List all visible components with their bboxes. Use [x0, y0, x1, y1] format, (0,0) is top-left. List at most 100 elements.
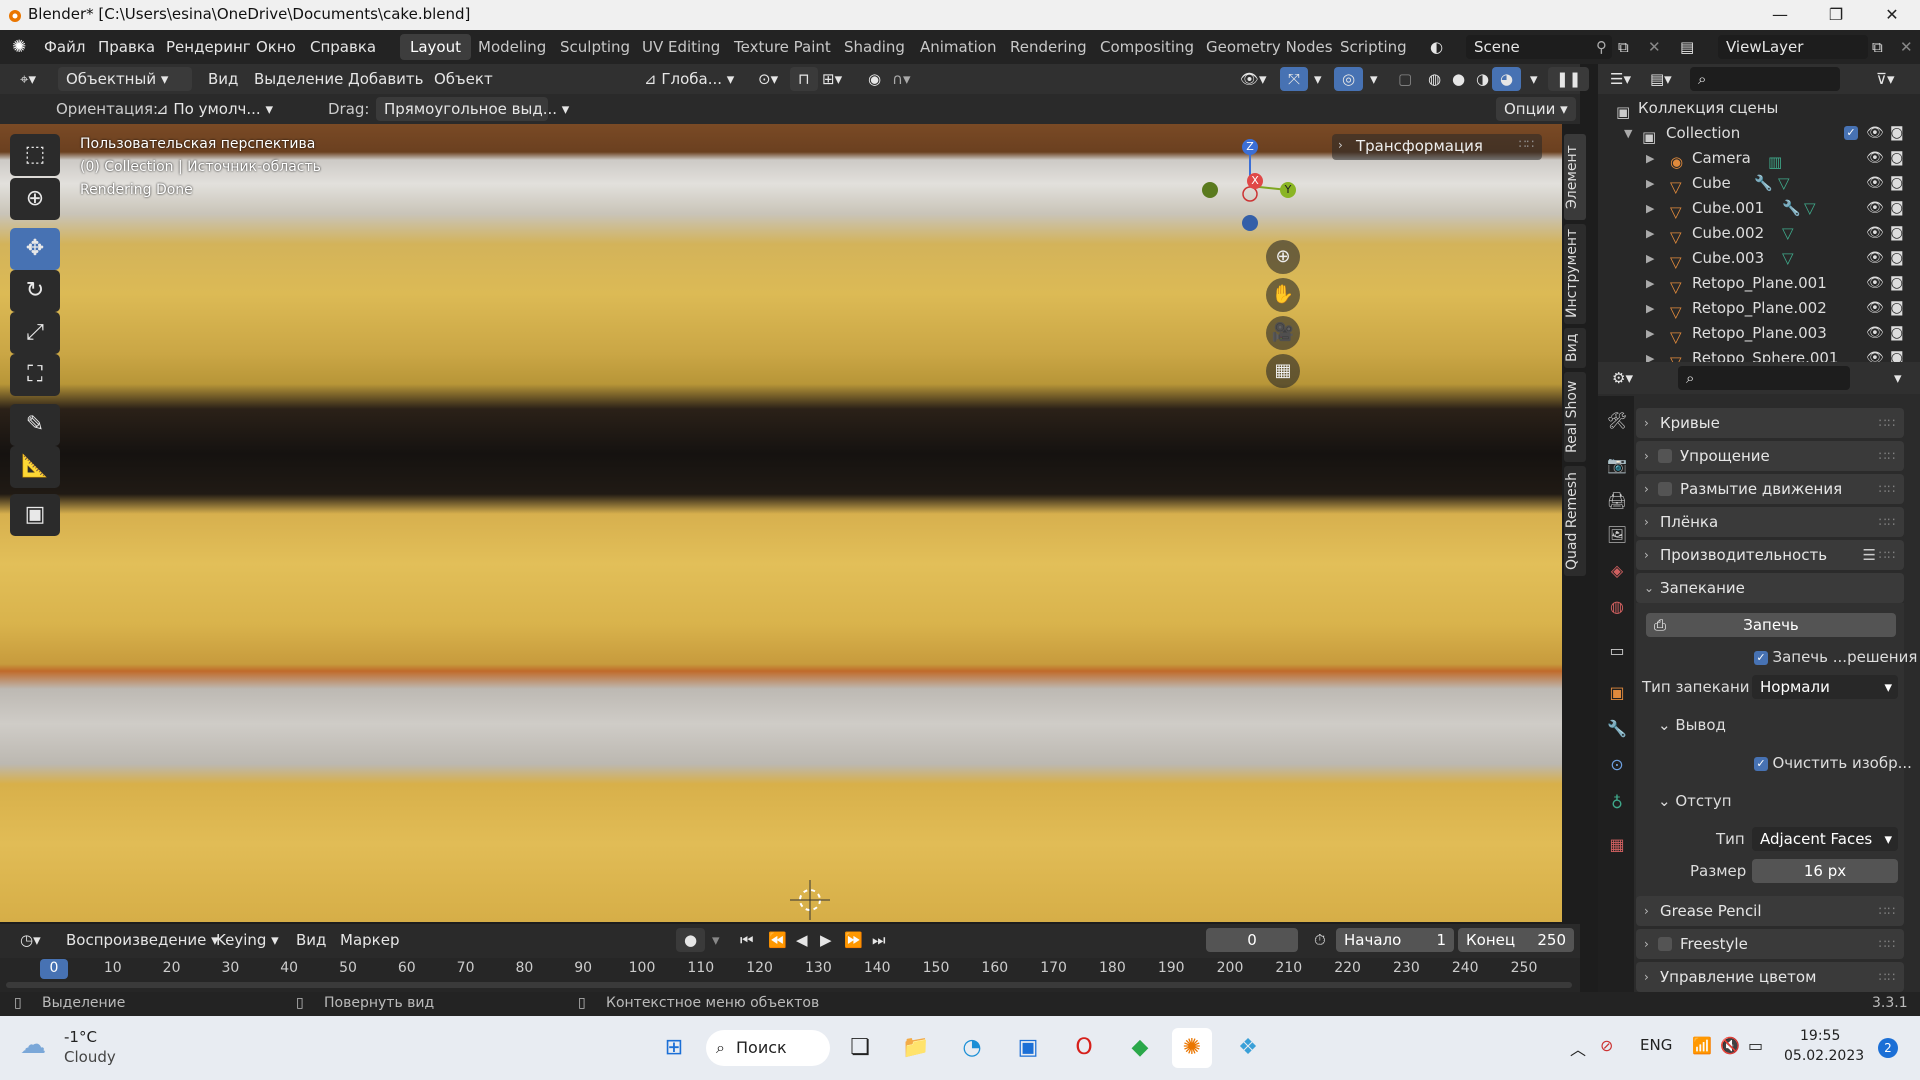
eye-icon[interactable]: 👁 [1866, 221, 1884, 246]
eye-icon[interactable]: 👁 [1866, 321, 1884, 346]
camera-render-icon[interactable]: ◙ [1890, 296, 1904, 321]
list-item[interactable]: ▶ ▽ Cube.001 🔧 ▽ 👁 ◙ [1598, 196, 1920, 221]
multires-checkbox[interactable]: ✓ [1754, 651, 1768, 665]
tab-sculpting[interactable]: Sculpting [550, 34, 640, 60]
minimize-button[interactable]: — [1752, 0, 1808, 30]
tab-geometry-nodes[interactable]: Geometry Nodes [1196, 34, 1343, 60]
options-dropdown[interactable]: Опции ▾ [1496, 97, 1576, 121]
opera-browser-icon[interactable]: O [1064, 1028, 1104, 1068]
expand-right-icon[interactable]: ▶ [1646, 271, 1654, 296]
3d-cursor-icon[interactable] [790, 880, 830, 920]
menu-view[interactable]: Вид [200, 67, 246, 91]
view-layer-icon[interactable]: ▤ [1680, 36, 1694, 58]
gizmo-dropdown-icon[interactable]: ▾ [1306, 67, 1330, 91]
menu-marker[interactable]: Маркер [332, 928, 407, 952]
freestyle-checkbox[interactable] [1658, 937, 1672, 951]
battery-icon[interactable]: ▭ [1748, 1036, 1763, 1055]
simplify-checkbox[interactable] [1658, 449, 1672, 463]
camera-render-icon[interactable]: ◙ [1890, 121, 1904, 146]
n-panel-transform[interactable]: › Трансформация ∷∷ [1332, 134, 1542, 160]
list-item[interactable]: ▶ ◉ Camera ▥ 👁 ◙ [1598, 146, 1920, 171]
cursor-tool-icon[interactable]: ⊕ [10, 178, 60, 220]
overlay-toggle-icon[interactable]: ◎ [1334, 67, 1364, 91]
navigation-gizmo[interactable]: Z X Y [1200, 138, 1300, 238]
bake-button[interactable]: ⎙ Запечь [1646, 613, 1896, 637]
expand-right-icon[interactable]: ▶ [1646, 296, 1654, 321]
measure-tool-icon[interactable]: 📐 [10, 446, 60, 488]
panel-grease-pencil[interactable]: › Grease Pencil ∷∷ [1636, 896, 1904, 926]
select-box-tool-icon[interactable]: ⬚ [10, 134, 60, 176]
drag-handle-icon[interactable]: ∷∷ [1879, 408, 1896, 438]
drag-handle-icon[interactable]: ∷∷ [1879, 507, 1896, 537]
tab-scripting[interactable]: Scripting [1330, 34, 1417, 60]
camera-render-icon[interactable]: ◙ [1890, 146, 1904, 171]
menu-window[interactable]: Окно [256, 36, 296, 58]
language-indicator[interactable]: ENG [1640, 1036, 1672, 1054]
delete-view-layer-icon[interactable]: ✕ [1900, 36, 1913, 58]
list-item[interactable]: ▶ ▽ Cube.002 ▽ 👁 ◙ [1598, 221, 1920, 246]
camera-view-icon[interactable]: 🎥 [1266, 316, 1300, 350]
tab-modeling[interactable]: Modeling [468, 34, 556, 60]
camera-render-icon[interactable]: ◙ [1890, 171, 1904, 196]
volume-icon[interactable]: 🔇 [1720, 1036, 1740, 1055]
scene-tab-icon[interactable]: ◈ [1606, 560, 1628, 582]
outliner-collection-row[interactable]: ▼ ▣ Collection ✓ 👁 ◙ [1598, 121, 1920, 146]
store-icon[interactable]: ▣ [1008, 1028, 1048, 1068]
menu-edit[interactable]: Правка [98, 36, 155, 58]
3d-viewport[interactable]: Пользовательская перспектива (0) Collect… [0, 124, 1562, 922]
new-scene-icon[interactable]: ⧉ [1618, 36, 1629, 58]
eye-icon[interactable]: 👁 [1866, 146, 1884, 171]
expand-right-icon[interactable]: ▶ [1646, 221, 1654, 246]
delete-scene-icon[interactable]: ✕ [1648, 36, 1661, 58]
panel-curves[interactable]: › Кривые ∷∷ [1636, 408, 1904, 438]
notification-badge[interactable]: 2 [1878, 1038, 1898, 1058]
menu-timeline-view[interactable]: Вид [288, 928, 334, 952]
clock-time[interactable]: 19:55 [1800, 1028, 1840, 1044]
record-icon[interactable]: ● [676, 928, 706, 952]
clear-image-row[interactable]: ✓ Очистить изобр... [1754, 754, 1912, 772]
panel-bake[interactable]: ⌄ Запекание [1636, 573, 1904, 603]
object-tab-icon[interactable]: ▣ [1606, 682, 1628, 704]
close-button[interactable]: ✕ [1864, 0, 1920, 30]
menu-keying[interactable]: Keying ▾ [208, 928, 287, 952]
pivot-icon[interactable]: ⊙▾ [750, 67, 786, 91]
side-tab-tool[interactable]: Инструмент [1564, 224, 1586, 324]
timeline-scrollbar[interactable] [6, 982, 1572, 988]
taskbar-search[interactable]: ⌕ Поиск [706, 1030, 830, 1066]
outliner-editor-type-icon[interactable]: ☰▾ [1602, 67, 1639, 91]
gizmo-z-label[interactable]: Z [1242, 139, 1258, 155]
texture-tab-icon[interactable]: ▦ [1606, 834, 1628, 856]
editor-type-icon[interactable]: ⌖▾ [12, 67, 44, 91]
weather-temp[interactable]: -1°C [64, 1028, 97, 1046]
gizmo-toggle-icon[interactable]: ⤧ [1280, 67, 1309, 91]
tab-animation[interactable]: Animation [910, 34, 1006, 60]
scene-name-field[interactable]: Scene [1466, 35, 1612, 59]
drag-handle-icon[interactable]: ∷∷ [1879, 540, 1896, 570]
drag-handle-icon[interactable]: ∷∷ [1519, 137, 1534, 151]
list-item[interactable]: ▶ ▽ Retopo_Plane.001 👁 ◙ [1598, 271, 1920, 296]
tab-rendering[interactable]: Rendering [1000, 34, 1097, 60]
list-icon[interactable]: ☰ [1863, 540, 1876, 570]
world-tab-icon[interactable]: ◍ [1606, 596, 1628, 618]
expand-right-icon[interactable]: ▶ [1646, 346, 1654, 362]
tab-texture-paint[interactable]: Texture Paint [724, 34, 841, 60]
scale-tool-icon[interactable]: ⤢ [10, 312, 60, 354]
overlay-dropdown-icon[interactable]: ▾ [1362, 67, 1386, 91]
camera-render-icon[interactable]: ◙ [1890, 196, 1904, 221]
eye-icon[interactable]: 👁 [1866, 171, 1884, 196]
properties-editor-type-icon[interactable]: ⚙▾ [1604, 366, 1641, 390]
view-layer-tab-icon[interactable]: 🖼 [1606, 524, 1628, 546]
margin-type-dropdown[interactable]: Adjacent Faces ▾ [1752, 827, 1898, 851]
menu-file[interactable]: Файл [44, 36, 85, 58]
expand-right-icon[interactable]: ▶ [1646, 196, 1654, 221]
properties-search-input[interactable]: ⌕ [1678, 366, 1850, 390]
pan-hand-icon[interactable]: ✋ [1266, 278, 1300, 312]
panel-color-management[interactable]: › Управление цветом ∷∷ [1636, 962, 1904, 992]
outliner-search-input[interactable]: ⌕ [1690, 67, 1840, 91]
side-tab-real-show[interactable]: Real Show [1564, 372, 1586, 462]
output-subpanel[interactable]: ⌄ Вывод [1658, 716, 1726, 734]
tab-compositing[interactable]: Compositing [1090, 34, 1204, 60]
bake-type-dropdown[interactable]: Нормали ▾ [1752, 675, 1898, 699]
expand-right-icon[interactable]: ▶ [1646, 146, 1654, 171]
margin-size-field[interactable]: 16 px [1752, 859, 1898, 883]
